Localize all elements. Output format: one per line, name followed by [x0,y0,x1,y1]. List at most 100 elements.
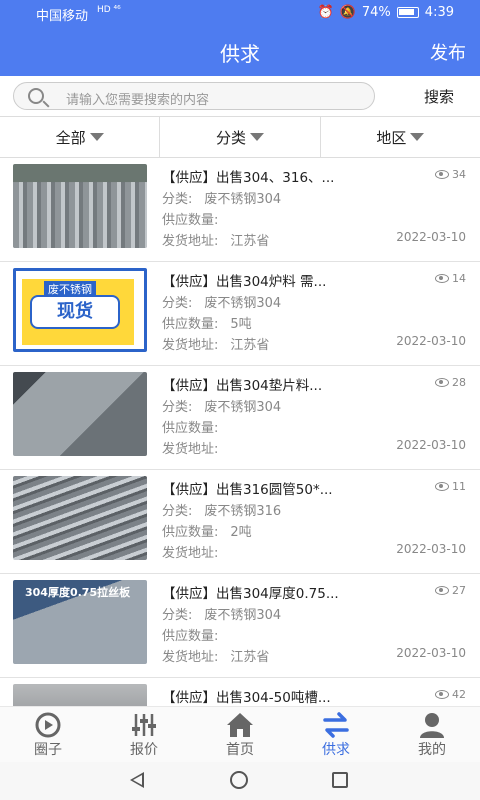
list-item[interactable]: 【供应】出售304、316、... 34 分类: 废不锈钢304 供应数量: 发货… [0,158,480,262]
recents-icon[interactable] [332,772,348,788]
item-title: 【供应】出售304垫片料... [162,378,323,394]
item-thumbnail: 304厚度0.75拉丝板 [13,580,147,664]
search-placeholder: 请输入您需要搜索的内容 [66,93,210,108]
user-icon [420,713,444,738]
eye-icon [435,690,449,699]
item-title: 【供应】出售304、316、... [162,170,335,186]
item-category: 分类: 废不锈钢304 [162,296,282,311]
search-row: 请输入您需要搜索的内容 搜索 [0,76,480,116]
item-quantity: 供应数量: [162,213,219,228]
view-count: 14 [435,272,466,285]
item-thumbnail [13,476,147,560]
list-item[interactable]: 【供应】出售316圆管50*... 11 分类: 废不锈钢316 供应数量: 2吨 … [0,470,480,574]
item-thumbnail: 废不锈钢 现货 [13,268,147,352]
item-quantity: 供应数量: 5吨 [162,317,252,332]
item-category: 分类: 废不锈钢304 [162,192,282,207]
tab-quote[interactable]: 报价 [96,707,192,762]
dropdown-triangle-icon [410,133,425,141]
search-input[interactable]: 请输入您需要搜索的内容 [13,82,375,110]
filter-all[interactable]: 全部 [0,117,161,157]
eye-icon [435,586,449,595]
item-address: 发货地址: 江苏省 [162,234,270,249]
supply-list: 【供应】出售304、316、... 34 分类: 废不锈钢304 供应数量: 发货… [0,158,480,706]
list-item[interactable]: 废不锈钢 现货 【供应】出售304炉料 需... 14 分类: 废不锈钢304 供… [0,262,480,366]
item-category: 分类: 废不锈钢316 [162,504,282,519]
item-title: 【供应】出售304厚度0.75... [162,586,339,602]
list-item[interactable]: 【供应】出售304-50吨槽... 42 [0,678,480,706]
search-button[interactable]: 搜索 [424,86,454,107]
top-bar: 供求 发布 [0,26,480,76]
item-quantity: 供应数量: [162,421,219,436]
item-date: 2022-03-10 [396,542,466,556]
item-date: 2022-03-10 [396,438,466,452]
item-thumbnail [13,164,147,248]
thumb-caption: 304厚度0.75拉丝板 [25,586,131,599]
clock: 4:39 [424,5,454,20]
filter-bar: 全部 分类 地区 [0,116,480,158]
item-category: 分类: 废不锈钢304 [162,608,282,623]
filter-label: 地区 [376,128,407,147]
filter-label: 全部 [55,128,86,147]
item-title: 【供应】出售304炉料 需... [162,274,327,290]
bottom-tab-bar: 圈子 报价 首页 供求 我的 [0,706,480,762]
status-bar: 中国移动 HD ⁴⁶ ⏰ 🔕 74% 4:39 [0,0,480,26]
tab-circle[interactable]: 圈子 [0,707,96,762]
filter-region[interactable]: 地区 [321,117,480,157]
system-nav-bar [0,762,480,800]
tab-mine[interactable]: 我的 [384,707,480,762]
view-count: 34 [435,168,466,181]
item-date: 2022-03-10 [396,230,466,244]
tab-label: 我的 [418,742,446,758]
eye-icon [435,274,449,283]
item-address: 发货地址: 江苏省 [162,650,270,665]
swap-arrows-icon [323,712,349,738]
home-icon [227,713,253,737]
network-indicator: HD ⁴⁶ [97,5,121,15]
carrier-label: 中国移动 [36,9,89,24]
item-date: 2022-03-10 [396,334,466,348]
item-address: 发货地址: 江苏省 [162,338,270,353]
tab-home[interactable]: 首页 [192,707,288,762]
item-thumbnail [13,372,147,456]
list-item[interactable]: 【供应】出售304垫片料... 28 分类: 废不锈钢304 供应数量: 发货地址… [0,366,480,470]
tab-label: 首页 [226,742,254,758]
tab-supply[interactable]: 供求 [288,707,384,762]
item-category: 分类: 废不锈钢304 [162,400,282,415]
tab-label: 供求 [322,742,350,758]
thumb-bubble: 现货 [30,295,120,329]
view-count: 11 [435,480,466,493]
page-title: 供求 [220,42,260,66]
view-count: 28 [435,376,466,389]
tab-label: 报价 [130,742,158,758]
filter-category[interactable]: 分类 [160,117,321,157]
home-circle-icon[interactable] [230,771,248,789]
mute-icon: 🔕 [339,5,356,20]
sliders-icon [132,714,156,736]
search-icon [28,88,44,104]
filter-label: 分类 [215,128,246,147]
item-address: 发货地址: [162,442,219,457]
item-address: 发货地址: [162,546,219,561]
item-quantity: 供应数量: [162,629,219,644]
list-item[interactable]: 304厚度0.75拉丝板 【供应】出售304厚度0.75... 27 分类: 废不… [0,574,480,678]
eye-icon [435,170,449,179]
item-thumbnail [13,684,147,706]
view-count: 42 [435,688,466,701]
eye-icon [435,482,449,491]
dropdown-triangle-icon [250,133,264,141]
alarm-icon: ⏰ [317,5,334,20]
eye-icon [435,378,449,387]
item-title: 【供应】出售304-50吨槽... [162,690,331,706]
publish-button[interactable]: 发布 [430,39,466,65]
circle-play-icon [35,712,61,738]
item-title: 【供应】出售316圆管50*... [162,482,333,498]
item-quantity: 供应数量: 2吨 [162,525,252,540]
item-date: 2022-03-10 [396,646,466,660]
battery-percent: 74% [361,5,391,20]
dropdown-triangle-icon [89,133,104,141]
tab-label: 圈子 [34,742,62,758]
battery-icon [396,7,419,18]
status-right: ⏰ 🔕 74% 4:39 [318,5,454,20]
back-icon[interactable] [130,772,144,788]
view-count: 27 [435,584,466,597]
